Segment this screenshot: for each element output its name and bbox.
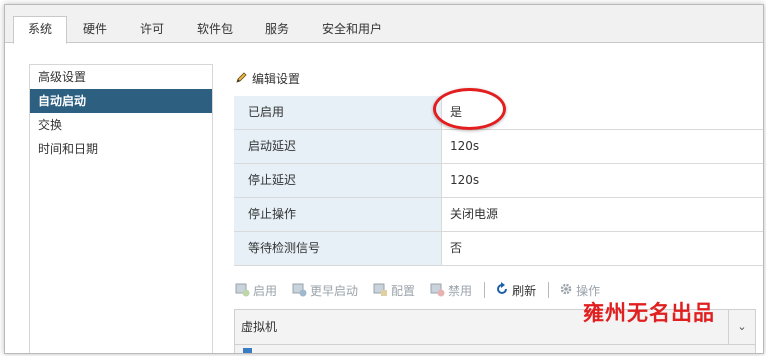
sidebar-item-swap[interactable]: 交换 [30,113,212,137]
chevron-down-icon[interactable]: ⌄ [728,310,755,344]
highlight-ellipse [433,88,506,130]
refresh-button[interactable]: 刷新 [495,281,537,299]
add-vm-icon [234,281,250,300]
property-value: 否 [450,241,463,255]
start-earlier-button[interactable]: 更早启动 [291,281,358,300]
tab-security-users[interactable]: 安全和用户 [308,17,396,42]
property-value: 关闭电源 [450,207,499,221]
configure-label: 配置 [391,283,416,298]
configure-icon [372,281,388,300]
property-label: 已启用 [234,96,442,129]
property-label: 停止操作 [234,198,442,231]
configure-button[interactable]: 配置 [372,281,415,300]
actions-button[interactable]: 操作 [559,282,600,299]
property-row: 等待检测信号 否 [234,232,763,266]
tab-hardware[interactable]: 硬件 [69,17,121,42]
property-row: 启动延迟 120s [234,130,763,164]
start-button[interactable]: 启用 [234,281,277,300]
gear-icon [559,282,573,299]
property-value: 120s [450,173,480,187]
property-label: 启动延迟 [234,130,442,163]
property-row: 停止延迟 120s [234,164,763,198]
sidebar-item-time-date[interactable]: 时间和日期 [30,137,212,161]
tab-bar: 系统 硬件 许可 软件包 服务 安全和用户 [5,5,763,44]
tab-services[interactable]: 服务 [251,17,303,42]
pencil-icon [235,70,248,90]
refresh-icon [495,281,509,299]
vm-row-icon [243,348,252,353]
tab-system[interactable]: 系统 [13,16,68,44]
property-row: 停止操作 关闭电源 [234,198,763,232]
sidebar-item-autostart[interactable]: 自动启动 [30,89,212,113]
actions-label: 操作 [576,283,601,298]
edit-settings-link[interactable]: 编辑设置 [235,69,300,89]
sidebar-item-advanced[interactable]: 高级设置 [30,65,212,89]
sidebar: 高级设置 自动启动 交换 时间和日期 [29,64,213,353]
refresh-label: 刷新 [512,283,537,298]
priority-up-icon [291,281,307,300]
start-label: 启用 [253,283,278,298]
disable-label: 禁用 [448,283,473,298]
start-earlier-label: 更早启动 [310,283,359,298]
tab-license[interactable]: 许可 [126,17,178,42]
tab-packages[interactable]: 软件包 [183,17,247,42]
property-label: 停止延迟 [234,164,442,197]
autostart-properties: 已启用 是 启动延迟 120s 停止延迟 120s 停止操作 关闭电源 等待检测… [234,96,763,266]
property-value: 120s [450,139,480,153]
toolbar-divider [548,282,550,298]
property-label: 等待检测信号 [234,232,442,265]
disable-button[interactable]: 禁用 [429,281,472,300]
watermark: 雍州无名出品 [583,301,715,325]
edit-settings-label: 编辑设置 [252,72,301,86]
host-config-window: 系统 硬件 许可 软件包 服务 安全和用户 高级设置 自动启动 交换 时间和日期… [4,4,764,354]
toolbar-divider [484,282,486,298]
disable-icon [429,281,445,300]
